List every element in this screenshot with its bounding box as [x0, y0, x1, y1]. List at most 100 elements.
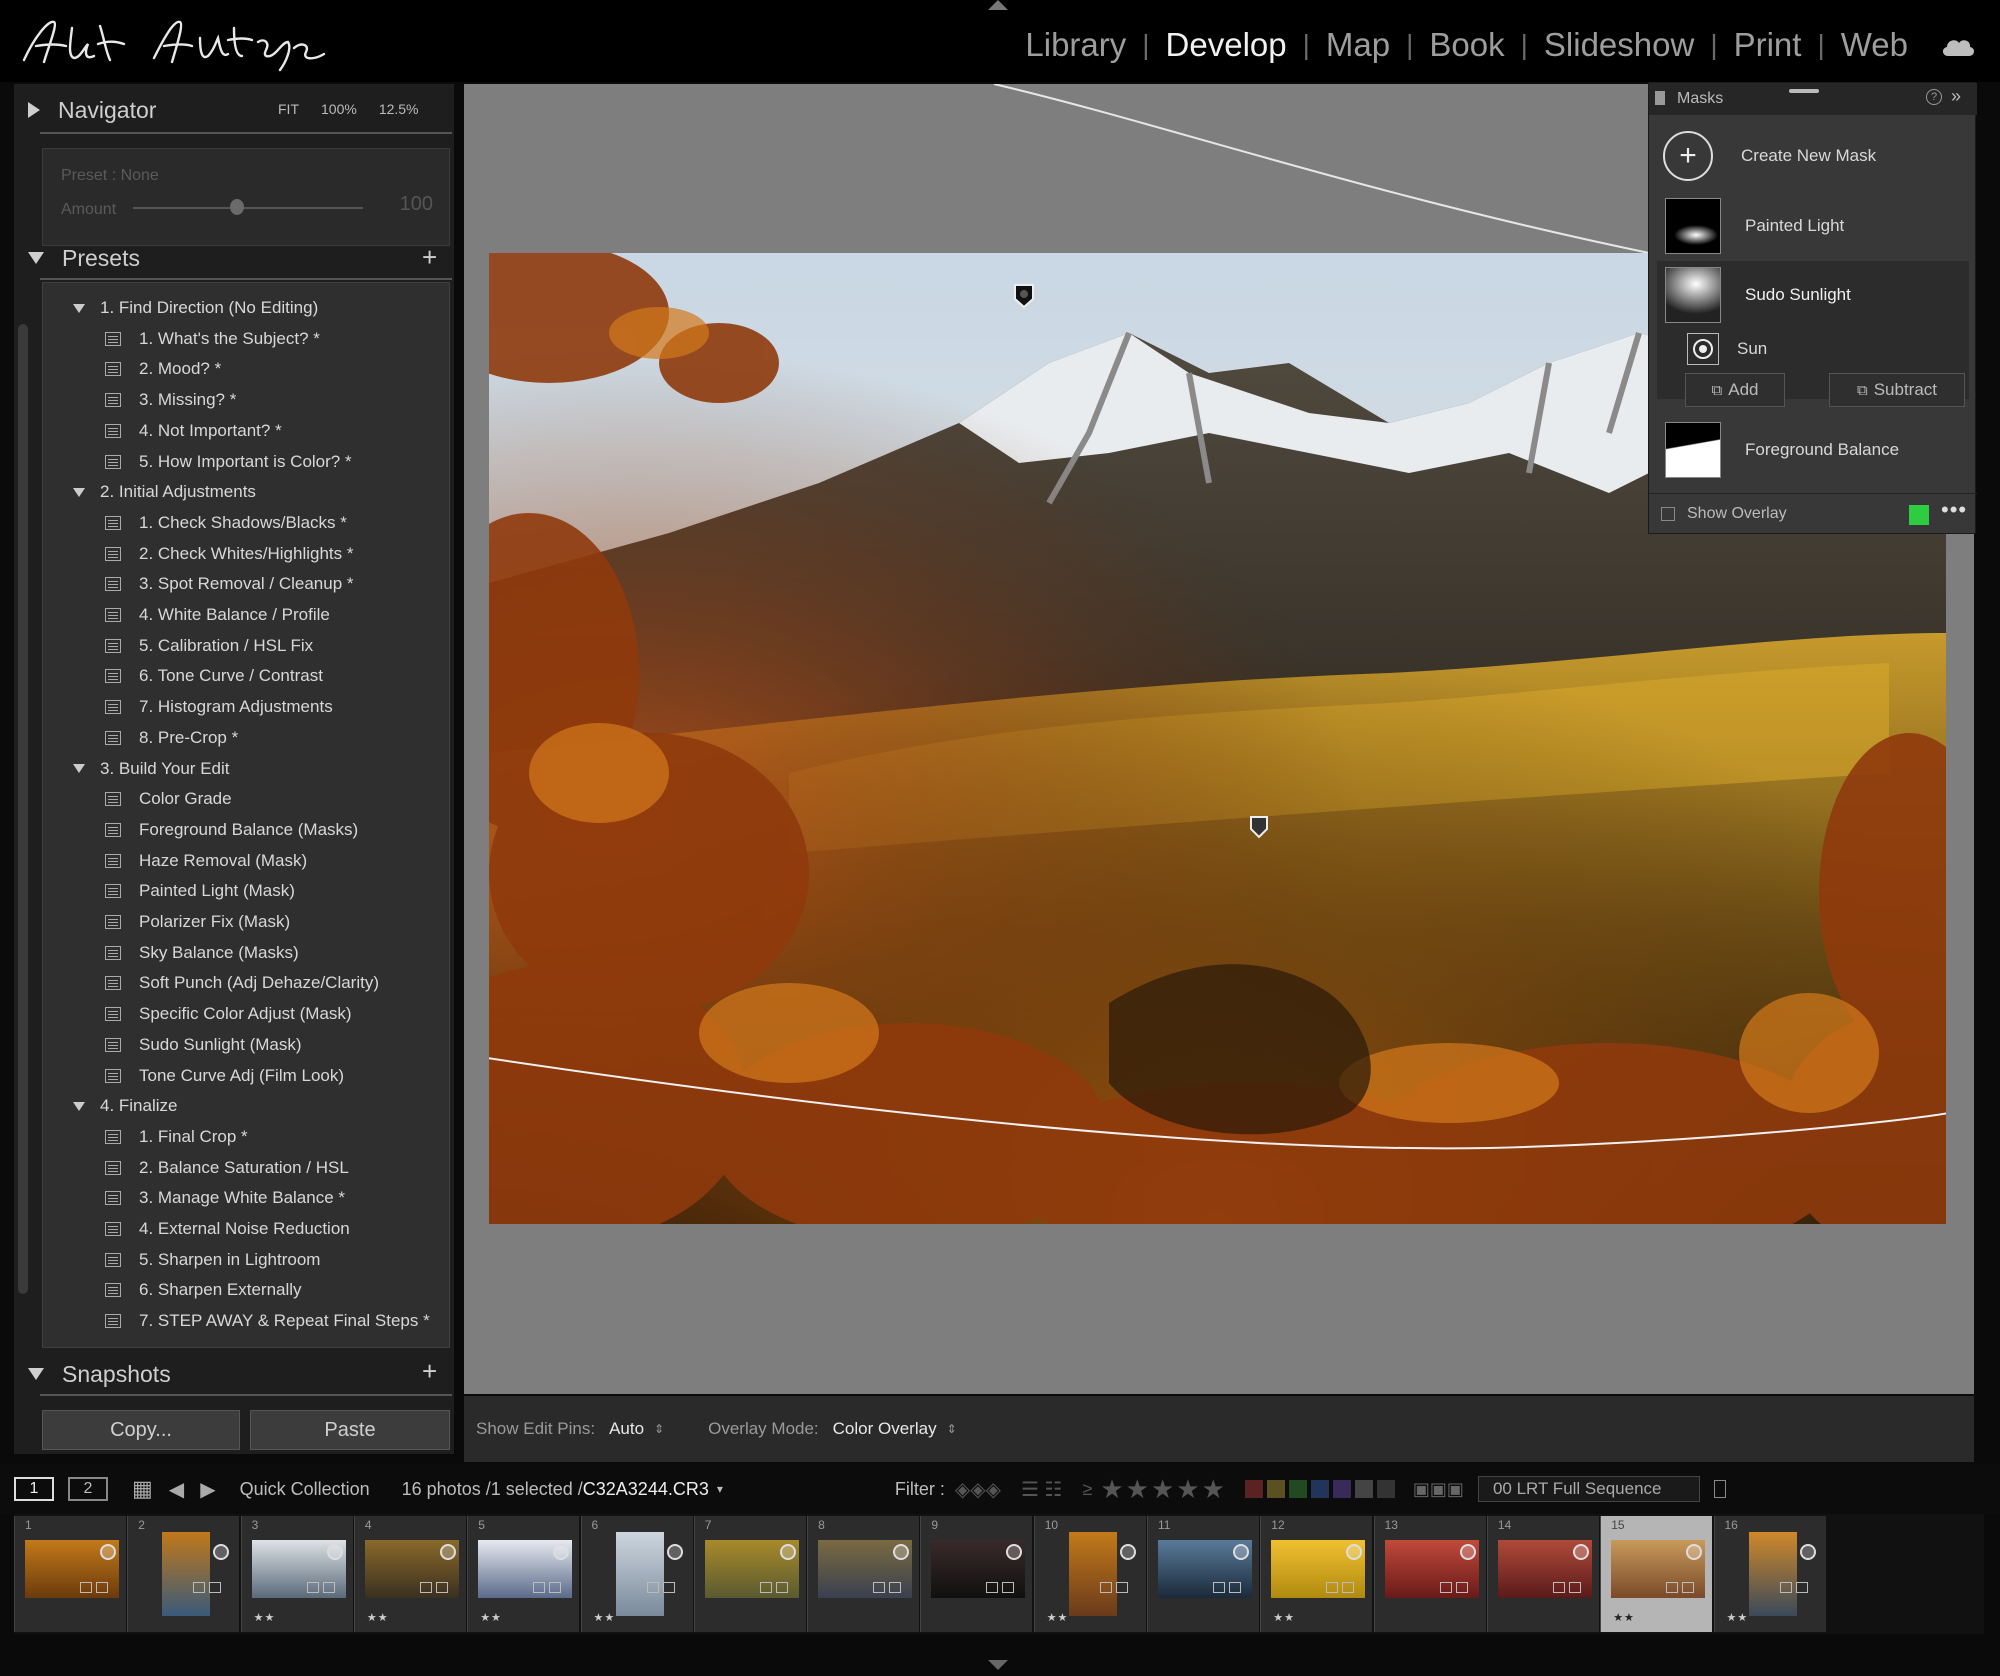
overlay-mode-stepper-icon[interactable]: ⇕ — [947, 1422, 957, 1436]
add-snapshot-icon[interactable]: + — [422, 1356, 437, 1387]
preset-folder[interactable]: 2. Initial Adjustments — [43, 477, 256, 507]
grid-view-icon[interactable]: ▦ — [132, 1476, 153, 1502]
module-web[interactable]: Web — [1841, 26, 1908, 64]
mask-item-sudo-sunlight[interactable]: Sudo Sunlight — [1649, 263, 1977, 327]
filmstrip-thumbnail[interactable]: 15 ★★ — [1600, 1516, 1713, 1632]
preset-item[interactable]: 1. Check Shadows/Blacks * — [43, 508, 347, 538]
preset-folder[interactable]: 4. Finalize — [43, 1091, 177, 1121]
left-panel-scrollbar[interactable] — [18, 324, 28, 1294]
edit-pins-stepper-icon[interactable]: ⇕ — [654, 1422, 664, 1436]
module-library[interactable]: Library — [1025, 26, 1126, 64]
selected-filename[interactable]: C32A3244.CR3 — [583, 1479, 709, 1500]
overlay-color-swatch[interactable] — [1909, 505, 1929, 525]
preset-item[interactable]: 5. Sharpen in Lightroom — [43, 1245, 320, 1275]
zoom-fit[interactable]: FIT — [278, 101, 299, 117]
bottom-panel-toggle-icon[interactable] — [988, 1660, 1008, 1670]
masks-title-bar[interactable]: Masks ? » — [1649, 83, 1977, 115]
zoom-12-5[interactable]: 12.5% — [379, 101, 419, 117]
preset-item[interactable]: 1. What's the Subject? * — [43, 324, 320, 354]
preset-item[interactable]: 1. Final Crop * — [43, 1122, 248, 1152]
flag-filter-icons[interactable]: ◈◈◈ — [955, 1477, 1001, 1502]
main-window-button[interactable]: 1 — [14, 1477, 54, 1501]
preset-item[interactable]: 4. Not Important? * — [43, 416, 282, 446]
preset-item[interactable]: Sky Balance (Masks) — [43, 938, 299, 968]
overlay-mode-select[interactable]: Color Overlay — [833, 1419, 937, 1439]
zoom-100[interactable]: 100% — [321, 101, 357, 117]
copy-button[interactable]: Copy... — [42, 1410, 240, 1450]
paste-button[interactable]: Paste — [250, 1410, 450, 1450]
filter-lock-icon[interactable] — [1713, 1480, 1726, 1498]
source-label[interactable]: Quick Collection — [240, 1479, 370, 1500]
preset-item[interactable]: 2. Mood? * — [43, 354, 221, 384]
preset-item[interactable]: 2. Balance Saturation / HSL — [43, 1153, 349, 1183]
preset-item[interactable]: 4. External Noise Reduction — [43, 1214, 350, 1244]
preset-item[interactable]: 4. White Balance / Profile — [43, 600, 330, 630]
cloud-icon[interactable] — [1940, 34, 1976, 58]
mask-item-foreground-balance[interactable]: Foreground Balance — [1649, 415, 1977, 485]
preset-item[interactable]: Haze Removal (Mask) — [43, 846, 307, 876]
preset-item[interactable]: Color Grade — [43, 784, 232, 814]
help-icon[interactable]: ? — [1926, 89, 1942, 105]
preset-item[interactable]: Tone Curve Adj (Film Look) — [43, 1061, 344, 1091]
amount-slider-track[interactable] — [133, 207, 363, 209]
top-panel-toggle-icon[interactable] — [988, 0, 1008, 10]
preset-item[interactable]: 5. How Important is Color? * — [43, 447, 352, 477]
forward-arrow-icon[interactable]: ▶ — [200, 1477, 215, 1502]
preset-item[interactable]: 7. Histogram Adjustments — [43, 692, 333, 722]
preset-item[interactable]: 3. Manage White Balance * — [43, 1183, 345, 1213]
module-map[interactable]: Map — [1326, 26, 1390, 64]
filmstrip-thumbnail[interactable]: 1 — [14, 1516, 126, 1632]
filmstrip-thumbnail[interactable]: 11 — [1147, 1516, 1259, 1632]
mask-add-button[interactable]: ⧉ Add — [1685, 373, 1785, 407]
filmstrip-thumbnail[interactable]: 5 ★★ — [467, 1516, 580, 1632]
preset-item[interactable]: Foreground Balance (Masks) — [43, 815, 358, 845]
preset-item[interactable]: 3. Spot Removal / Cleanup * — [43, 569, 354, 599]
filmstrip-thumbnail[interactable]: 6 ★★ — [580, 1516, 693, 1632]
preset-item[interactable]: 5. Calibration / HSL Fix — [43, 631, 313, 661]
collapse-panel-icon[interactable]: » — [1951, 86, 1961, 107]
filmstrip-thumbnail[interactable]: 13 — [1373, 1516, 1486, 1632]
color-label-filter[interactable] — [1244, 1480, 1395, 1498]
preset-item[interactable]: 2. Check Whites/Highlights * — [43, 539, 353, 569]
filmstrip-thumbnail[interactable]: 12 ★★ — [1260, 1516, 1373, 1632]
filmstrip-thumbnail[interactable]: 7 — [693, 1516, 806, 1632]
amount-value[interactable]: 100 — [400, 193, 433, 216]
filmstrip-thumbnail[interactable]: 3 ★★ — [240, 1516, 353, 1632]
edit-pins-select[interactable]: Auto — [609, 1419, 644, 1439]
back-arrow-icon[interactable]: ◀ — [169, 1477, 184, 1502]
create-new-mask-row[interactable]: + Create New Mask — [1649, 121, 1977, 191]
mask-subtract-button[interactable]: ⧉ Subtract — [1829, 373, 1965, 407]
preset-item[interactable]: Painted Light (Mask) — [43, 876, 295, 906]
preset-item[interactable]: 6. Sharpen Externally — [43, 1275, 302, 1305]
preset-item[interactable]: 3. Missing? * — [43, 385, 236, 415]
module-develop[interactable]: Develop — [1166, 26, 1287, 64]
filmstrip-thumbnail[interactable]: 14 — [1486, 1516, 1599, 1632]
module-book[interactable]: Book — [1429, 26, 1504, 64]
snapshots-header[interactable]: Snapshots — [28, 1352, 448, 1396]
filmstrip-thumbnail[interactable]: 2 — [127, 1516, 240, 1632]
rating-operator-icon[interactable]: ≥ — [1082, 1479, 1092, 1500]
collection-select[interactable]: 00 LRT Full Sequence — [1477, 1476, 1700, 1502]
module-slideshow[interactable]: Slideshow — [1544, 26, 1694, 64]
mask-item-painted-light[interactable]: Painted Light — [1649, 191, 1977, 261]
panel-drag-handle-icon[interactable] — [1789, 89, 1819, 93]
preset-item[interactable]: Specific Color Adjust (Mask) — [43, 999, 352, 1029]
preset-folder[interactable]: 3. Build Your Edit — [43, 754, 229, 784]
preset-item[interactable]: Soft Punch (Adj Dehaze/Clarity) — [43, 968, 379, 998]
amount-slider-knob[interactable] — [229, 199, 244, 215]
more-options-icon[interactable]: ••• — [1941, 497, 1967, 523]
add-preset-icon[interactable]: + — [422, 242, 437, 273]
edit-pin-icon[interactable] — [1013, 283, 1035, 309]
preset-item[interactable]: Sudo Sunlight (Mask) — [43, 1030, 302, 1060]
preset-item[interactable]: 8. Pre-Crop * — [43, 723, 238, 753]
filmstrip-thumbnail[interactable]: 10 ★★ — [1033, 1516, 1146, 1632]
preset-item[interactable]: 7. STEP AWAY & Repeat Final Steps * — [43, 1306, 430, 1336]
mask-component-sun[interactable]: Sun — [1649, 327, 1977, 371]
filter-kind-icons[interactable]: ▣▣▣ — [1413, 1479, 1464, 1500]
filmstrip-thumbnail[interactable]: 9 — [920, 1516, 1033, 1632]
filmstrip-thumbnail[interactable]: 8 — [807, 1516, 920, 1632]
rating-filter-stars[interactable]: ★★★★★ — [1100, 1474, 1227, 1505]
preset-item[interactable]: 6. Tone Curve / Contrast — [43, 661, 323, 691]
edit-pin-icon[interactable] — [1249, 815, 1269, 839]
filename-dropdown-icon[interactable]: ▾ — [717, 1482, 723, 1496]
